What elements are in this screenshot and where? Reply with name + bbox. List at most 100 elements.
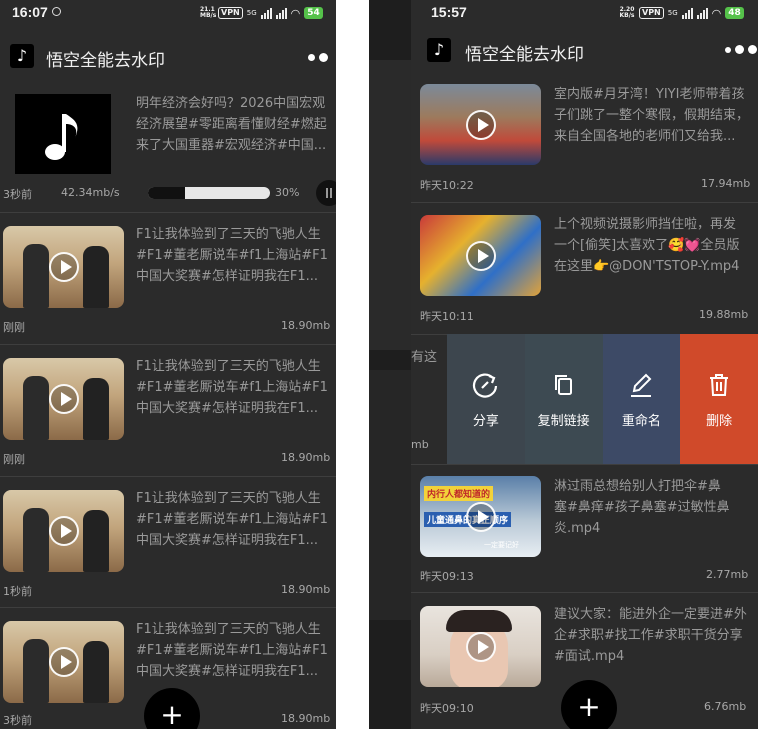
play-icon — [465, 109, 496, 140]
delete-label: 删除 — [706, 413, 733, 429]
share-icon — [472, 372, 497, 398]
more-options-icon[interactable] — [725, 45, 757, 54]
video-thumbnail: 内行人都知道的 儿童通鼻的真正顺序 一定要记好 — [420, 476, 541, 557]
battery-indicator: 48 — [725, 7, 744, 19]
signal-icon-2 — [696, 7, 708, 19]
download-title: 明年经济会好吗？2026中国宏观 经济展望#零距离看懂财经#燃起 来了大国重器#… — [136, 96, 327, 153]
copy-icon — [554, 374, 572, 395]
play-icon — [48, 516, 79, 546]
share-button[interactable]: 分享 — [447, 334, 525, 464]
more-options-icon[interactable] — [308, 53, 328, 62]
right-phone-screen: 15:57 2.20 KB/s VPN 5G ◠ 48 ♪ 悟空全能去水印 室内… — [369, 0, 758, 729]
video-thumbnail — [3, 490, 124, 572]
play-icon — [465, 501, 496, 532]
music-note-icon — [15, 94, 111, 174]
trash-icon — [710, 373, 729, 396]
signal-icon — [260, 7, 272, 19]
item-title: 淋过雨总想给别人打把伞#鼻 塞#鼻痒#孩子鼻塞#过敏性鼻 炎.mp4 — [554, 479, 730, 536]
item-time: 刚刚 — [3, 321, 25, 334]
rename-button[interactable]: 重命名 — [602, 334, 681, 464]
app-bar: ♪ 悟空全能去水印 — [411, 30, 758, 70]
video-thumbnail — [420, 606, 541, 687]
download-percent: 30% — [275, 186, 300, 199]
play-icon — [465, 240, 496, 271]
item-time: 昨天10:11 — [420, 310, 474, 323]
item-size: 19.88mb — [699, 308, 749, 321]
vpn-badge: VPN — [639, 7, 664, 19]
status-bar: 15:57 2.20 KB/s VPN 5G ◠ 48 — [411, 0, 758, 26]
signal-icon — [681, 7, 693, 19]
app-logo-icon: ♪ — [427, 38, 451, 62]
item-title: F1让我体验到了三天的飞驰人生 #F1#董老厮说车#f1上海站#F1 中国大奖赛… — [136, 359, 328, 416]
video-thumbnail — [420, 84, 541, 165]
item-size: 18.90mb — [281, 319, 331, 332]
item-title: 建议大家：能进外企一定要进#外 企#求职#找工作#求职干货分享 #面试.mp4 — [554, 607, 747, 664]
item-time: 昨天10:22 — [420, 179, 474, 192]
item-time: 1秒前 — [3, 585, 32, 598]
item-size: 18.90mb — [281, 712, 331, 725]
play-icon — [465, 631, 496, 662]
network-type: 5G — [667, 9, 678, 17]
list-item[interactable]: F1让我体验到了三天的飞驰人生 #F1#董老厮说车#f1上海站#F1 中国大奖赛… — [0, 212, 336, 344]
dimmed-background — [369, 0, 411, 729]
list-item[interactable]: F1让我体验到了三天的飞驰人生 #F1#董老厮说车#f1上海站#F1 中国大奖赛… — [0, 476, 336, 608]
item-title: F1让我体验到了三天的飞驰人生 #F1#董老厮说车#f1上海站#F1 中国大奖赛… — [136, 491, 328, 548]
rename-label: 重命名 — [621, 413, 661, 429]
item-size: 18.90mb — [281, 583, 331, 596]
swipe-actions-panel: 分享 复制链接 重命名 删除 — [447, 334, 758, 464]
share-label: 分享 — [472, 413, 499, 429]
status-bar: 16:07 21.1 MB/s VPN 5G ◠ 54 — [0, 0, 336, 26]
play-icon — [48, 384, 79, 414]
swiped-item-title: 有这 — [411, 350, 438, 365]
app-title: 悟空全能去水印 — [46, 51, 165, 71]
network-speed: 2.20 KB/s — [619, 6, 635, 19]
video-thumbnail — [3, 226, 124, 308]
video-thumbnail — [3, 621, 124, 703]
signal-icon-2 — [275, 7, 287, 19]
pause-button[interactable] — [316, 180, 336, 206]
app-bar: ♪ 悟空全能去水印 — [0, 36, 336, 76]
video-thumbnail — [420, 215, 541, 296]
item-time: 昨天09:10 — [420, 702, 474, 715]
app-logo-icon: ♪ — [10, 44, 34, 68]
play-icon — [48, 252, 79, 282]
play-icon — [48, 647, 79, 677]
item-size: 17.94mb — [701, 177, 751, 190]
download-time: 3秒前 — [3, 188, 32, 201]
item-title: 上个视频说摄影师挡住啦，再发 一个[偷笑]太喜欢了🥰💓全员版 在这里👉@DON'… — [554, 217, 740, 274]
thumbnail-caption-bottom: 一定要记好 — [484, 541, 519, 549]
status-time: 15:57 — [431, 4, 467, 20]
add-button[interactable]: + — [561, 680, 617, 729]
vpn-badge: VPN — [218, 7, 243, 19]
thumbnail-caption-top: 内行人都知道的 — [424, 486, 494, 501]
copy-link-button[interactable]: 复制链接 — [524, 334, 603, 464]
item-title: F1让我体验到了三天的飞驰人生 #F1#董老厮说车#f1上海站#F1 中国大奖赛… — [136, 622, 328, 679]
copy-link-label: 复制链接 — [537, 413, 590, 429]
panel-gap — [336, 0, 369, 729]
item-time: 3秒前 — [3, 714, 32, 727]
status-time: 16:07 — [12, 4, 48, 20]
left-phone-screen: 16:07 21.1 MB/s VPN 5G ◠ 54 ♪ 悟空全能去水印 明年… — [0, 0, 336, 729]
list-item[interactable]: 内行人都知道的 儿童通鼻的真正顺序 一定要记好 淋过雨总想给别人打把伞#鼻 塞#… — [411, 464, 758, 592]
network-type: 5G — [246, 9, 257, 17]
alarm-icon — [52, 7, 61, 16]
status-icons: 2.20 KB/s VPN 5G ◠ 48 — [619, 5, 744, 21]
battery-indicator: 54 — [304, 7, 323, 19]
swiped-item-size: mb — [411, 438, 429, 451]
network-speed: 21.1 MB/s — [200, 6, 217, 19]
status-icons: 21.1 MB/s VPN 5G ◠ 54 — [200, 5, 323, 21]
downloading-item[interactable]: 明年经济会好吗？2026中国宏观 经济展望#零距离看懂财经#燃起 来了大国重器#… — [0, 86, 336, 212]
list-item[interactable]: 上个视频说摄影师挡住啦，再发 一个[偷笑]太喜欢了🥰💓全员版 在这里👉@DON'… — [411, 202, 758, 334]
download-progress-bar — [148, 187, 270, 199]
app-title: 悟空全能去水印 — [465, 45, 584, 65]
wifi-icon: ◠ — [711, 6, 722, 20]
list-item[interactable]: 室内版#月牙湾！YIYI老师带着孩 子们跳了一整个寒假，假期结束， 来自全国各地… — [411, 72, 758, 202]
item-size: 2.77mb — [706, 568, 749, 581]
edit-icon — [631, 373, 652, 397]
item-title: F1让我体验到了三天的飞驰人生 #F1#董老厮说车#f1上海站#F1 中国大奖赛… — [136, 227, 328, 284]
wifi-icon: ◠ — [290, 6, 301, 20]
download-speed: 42.34mb/s — [61, 186, 120, 199]
delete-button[interactable]: 删除 — [680, 334, 758, 464]
list-item[interactable]: F1让我体验到了三天的飞驰人生 #F1#董老厮说车#f1上海站#F1 中国大奖赛… — [0, 344, 336, 476]
item-time: 昨天09:13 — [420, 570, 474, 583]
